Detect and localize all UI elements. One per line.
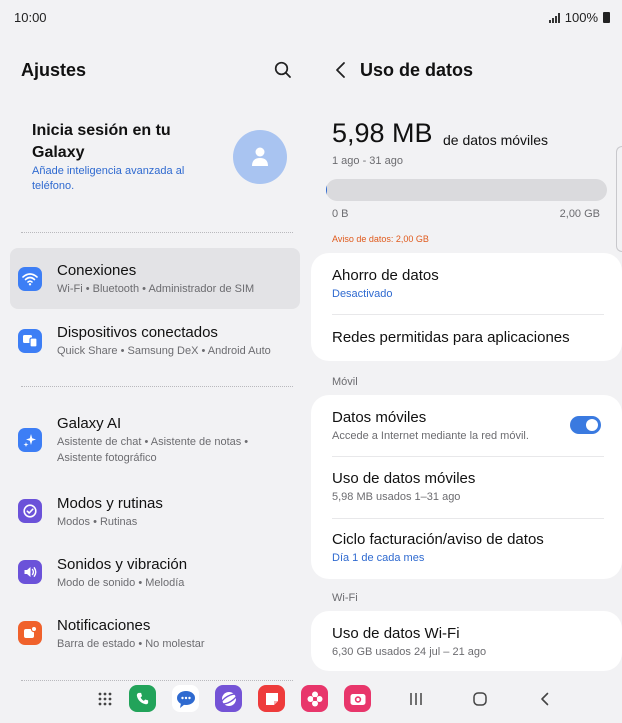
- sidebar-item-subtitle: Wi-Fi • Bluetooth • Administrador de SIM: [57, 283, 255, 295]
- allowed-networks-row[interactable]: Redes permitidas para aplicaciones: [311, 315, 622, 361]
- sidebar-item-subtitle: Barra de estado • No molestar: [57, 638, 205, 650]
- sidebar-item-subtitle: Modo de sonido • Melodía: [57, 577, 185, 589]
- taskbar: [0, 684, 622, 723]
- sidebar-item-label: Conexiones: [57, 262, 137, 279]
- mobile-data-subtitle: Accede a Internet mediante la red móvil.: [332, 430, 529, 442]
- battery-icon: [603, 12, 610, 23]
- data-saver-row[interactable]: Ahorro de datos Desactivado: [311, 253, 622, 314]
- account-title: Inicia sesión en tu Galaxy: [32, 122, 171, 161]
- section-label-wifi: Wi-Fi: [332, 592, 358, 604]
- section-label-mobile: Móvil: [332, 376, 358, 388]
- wifi-usage-subtitle: 6,30 GB usados 24 jul – 21 ago: [332, 646, 487, 658]
- sidebar-item-sounds[interactable]: Sonidos y vibración Modo de sonido • Mel…: [10, 545, 300, 603]
- sidebar-item-connections[interactable]: Conexiones Wi-Fi • Bluetooth • Administr…: [10, 248, 300, 309]
- wifi-icon: [18, 267, 42, 291]
- sidebar-item-label: Notificaciones: [57, 617, 151, 634]
- allowed-networks-title: Redes permitidas para aplicaciones: [332, 329, 570, 346]
- wifi-usage-row[interactable]: Uso de datos Wi-Fi 6,30 GB usados 24 jul…: [311, 611, 622, 671]
- recent-apps-button[interactable]: [405, 688, 427, 710]
- chevron-left-icon: [336, 62, 345, 78]
- usage-amount-suffix: de datos móviles: [443, 132, 549, 148]
- billing-cycle-row[interactable]: Ciclo facturación/aviso de datos Día 1 d…: [311, 519, 622, 579]
- nav-back-button[interactable]: [534, 688, 556, 710]
- divider: [21, 232, 293, 233]
- mobile-data-toggle[interactable]: [570, 416, 601, 434]
- sparkle-icon: [18, 428, 42, 452]
- status-indicators: 100%: [548, 10, 610, 25]
- divider: [21, 680, 293, 681]
- avatar[interactable]: [233, 130, 287, 184]
- gallery-app-icon[interactable]: [301, 685, 328, 712]
- sidebar-item-galaxy-ai[interactable]: Galaxy AI Asistente de chat • Asistente …: [10, 404, 300, 480]
- notes-app-icon[interactable]: [258, 685, 285, 712]
- sidebar-item-label: Galaxy AI: [57, 415, 122, 432]
- mobile-data-card: Datos móviles Accede a Internet mediante…: [311, 395, 622, 579]
- settings-title: Ajustes: [21, 60, 87, 80]
- search-icon[interactable]: [273, 60, 293, 80]
- check-circle-icon: [18, 499, 42, 523]
- status-time: 10:00: [14, 10, 47, 25]
- phone-app-icon[interactable]: [129, 685, 156, 712]
- internet-app-icon[interactable]: [215, 685, 242, 712]
- data-usage-panel: Uso de datos 5,98 MB de datos móviles 1 …: [311, 34, 622, 684]
- sidebar-item-label: Sonidos y vibración: [57, 556, 188, 573]
- sidebar-item-label: Modos y rutinas: [57, 495, 163, 512]
- devices-icon: [18, 329, 42, 353]
- data-saver-status: Desactivado: [332, 288, 393, 300]
- sidebar-item-notifications[interactable]: Notificaciones Barra de estado • No mole…: [10, 606, 300, 664]
- person-icon: [252, 147, 268, 166]
- data-saver-title: Ahorro de datos: [332, 267, 439, 284]
- mobile-usage-title: Uso de datos móviles: [332, 470, 476, 487]
- sidebar-item-label: Dispositivos conectados: [57, 324, 218, 341]
- notification-icon: [18, 621, 42, 645]
- billing-cycle-subtitle: Día 1 de cada mes: [332, 552, 425, 564]
- usage-min-label: 0 B: [332, 208, 349, 220]
- account-subtitle: Añade inteligencia avanzada al teléfono.: [32, 165, 185, 192]
- sidebar-item-subtitle: Modos • Rutinas: [57, 516, 138, 528]
- camera-app-icon[interactable]: [344, 685, 371, 712]
- sidebar-item-subtitle: Quick Share • Samsung DeX • Android Auto: [57, 345, 271, 357]
- status-bar: 10:00 100%: [0, 0, 622, 34]
- divider: [21, 386, 293, 387]
- scrollbar[interactable]: [616, 146, 622, 252]
- usage-max-label: 2,00 GB: [559, 208, 600, 220]
- battery-level: 100%: [564, 10, 598, 25]
- mobile-usage-subtitle: 5,98 MB usados 1–31 ago: [332, 491, 461, 503]
- chevron-left-icon: [541, 692, 549, 706]
- wifi-usage-card: Uso de datos Wi-Fi 6,30 GB usados 24 jul…: [311, 611, 622, 671]
- back-button[interactable]: [331, 58, 351, 82]
- usage-progress-fill: [326, 179, 327, 201]
- data-warning-label: Aviso de datos: 2,00 GB: [332, 234, 429, 244]
- usage-progress-bar: [326, 179, 607, 201]
- sidebar-item-connected-devices[interactable]: Dispositivos conectados Quick Share • Sa…: [10, 310, 300, 372]
- sidebar-item-subtitle: Asistente de chat • Asistente de notas •…: [57, 436, 249, 464]
- home-button[interactable]: [469, 688, 491, 710]
- messages-app-icon[interactable]: [172, 685, 199, 712]
- settings-panel: Ajustes Inicia sesión en tu Galaxy Añade…: [0, 34, 311, 684]
- page-title: Uso de datos: [360, 60, 474, 80]
- usage-amount: 5,98 MB: [332, 118, 433, 148]
- toggle-knob: [586, 419, 598, 431]
- signal-icon: [548, 12, 560, 23]
- mobile-usage-row[interactable]: Uso de datos móviles 5,98 MB usados 1–31…: [311, 457, 622, 518]
- wifi-usage-title: Uso de datos Wi-Fi: [332, 625, 460, 642]
- sidebar-item-modes-routines[interactable]: Modos y rutinas Modos • Rutinas: [10, 484, 300, 542]
- recents-icon: [410, 693, 422, 705]
- usage-period: 1 ago - 31 ago: [332, 155, 403, 167]
- billing-cycle-title: Ciclo facturación/aviso de datos: [332, 531, 544, 548]
- mobile-data-title: Datos móviles: [332, 409, 427, 426]
- home-icon: [473, 692, 487, 706]
- speaker-icon: [18, 560, 42, 584]
- data-saver-card: Ahorro de datos Desactivado Redes permit…: [311, 253, 622, 361]
- apps-grid-icon[interactable]: [94, 688, 116, 710]
- mobile-data-row[interactable]: Datos móviles Accede a Internet mediante…: [311, 395, 622, 455]
